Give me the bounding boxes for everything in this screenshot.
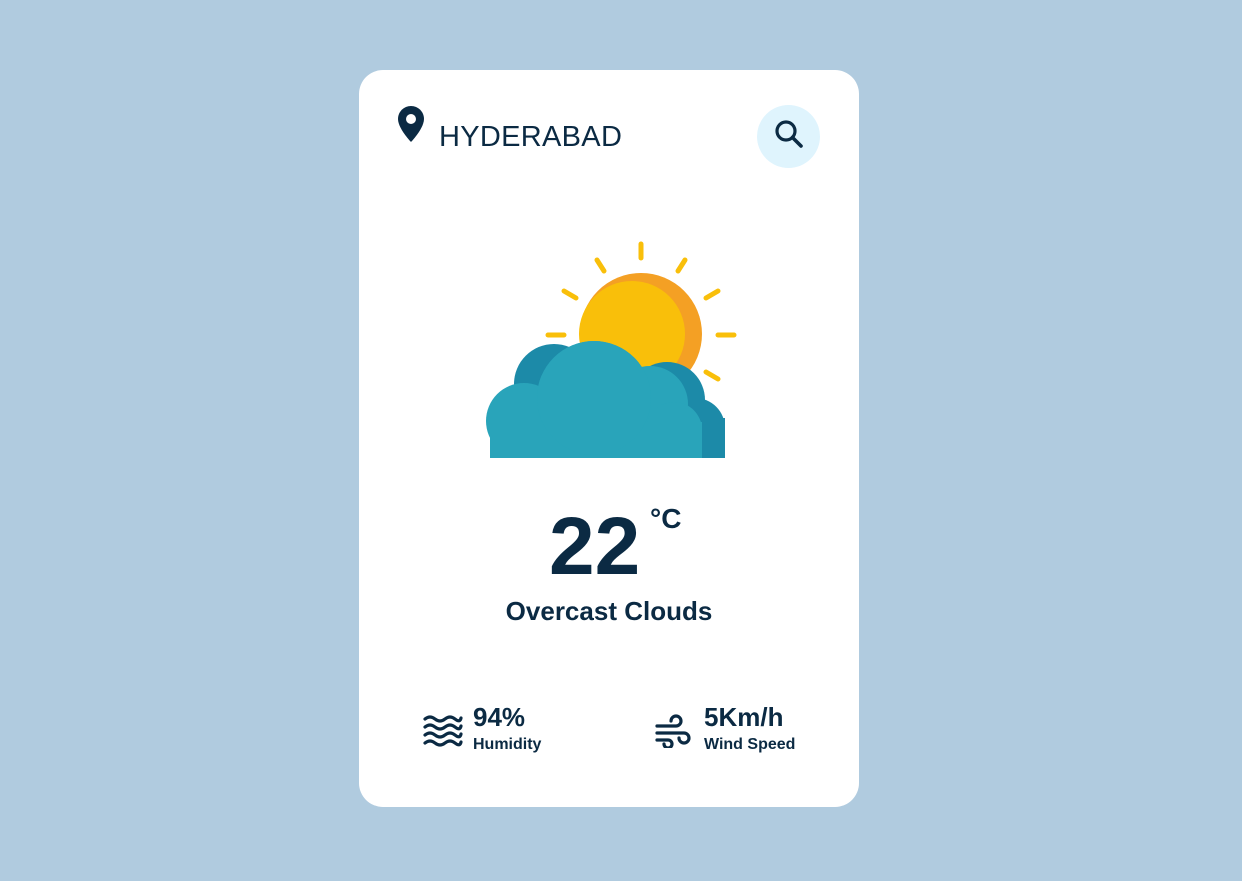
temperature-value: 22 [549, 501, 641, 592]
sun-behind-cloud-icon [480, 238, 738, 459]
temperature: 22 °C [359, 502, 859, 592]
humidity-value: 94% [473, 702, 526, 732]
header: HYDERABAD [397, 105, 820, 169]
temperature-unit: °C [650, 503, 682, 534]
city-name: HYDERABAD [439, 121, 623, 153]
map-pin-icon [397, 105, 425, 143]
wind-stat: 5Km/h Wind Speed [654, 700, 844, 760]
wind-label: Wind Speed [704, 736, 796, 753]
humidity-stat: 94% Humidity [423, 700, 603, 760]
humidity-waves-icon [423, 714, 463, 748]
weather-card: HYDERABAD 22 °C Overcast Clouds 94% Humi… [359, 70, 859, 807]
humidity-label: Humidity [473, 736, 542, 753]
search-icon [774, 119, 804, 154]
weather-description: Overcast Clouds [505, 596, 713, 626]
search-button[interactable] [757, 105, 820, 168]
wind-icon [654, 714, 694, 750]
wind-value: 5Km/h [704, 702, 784, 732]
